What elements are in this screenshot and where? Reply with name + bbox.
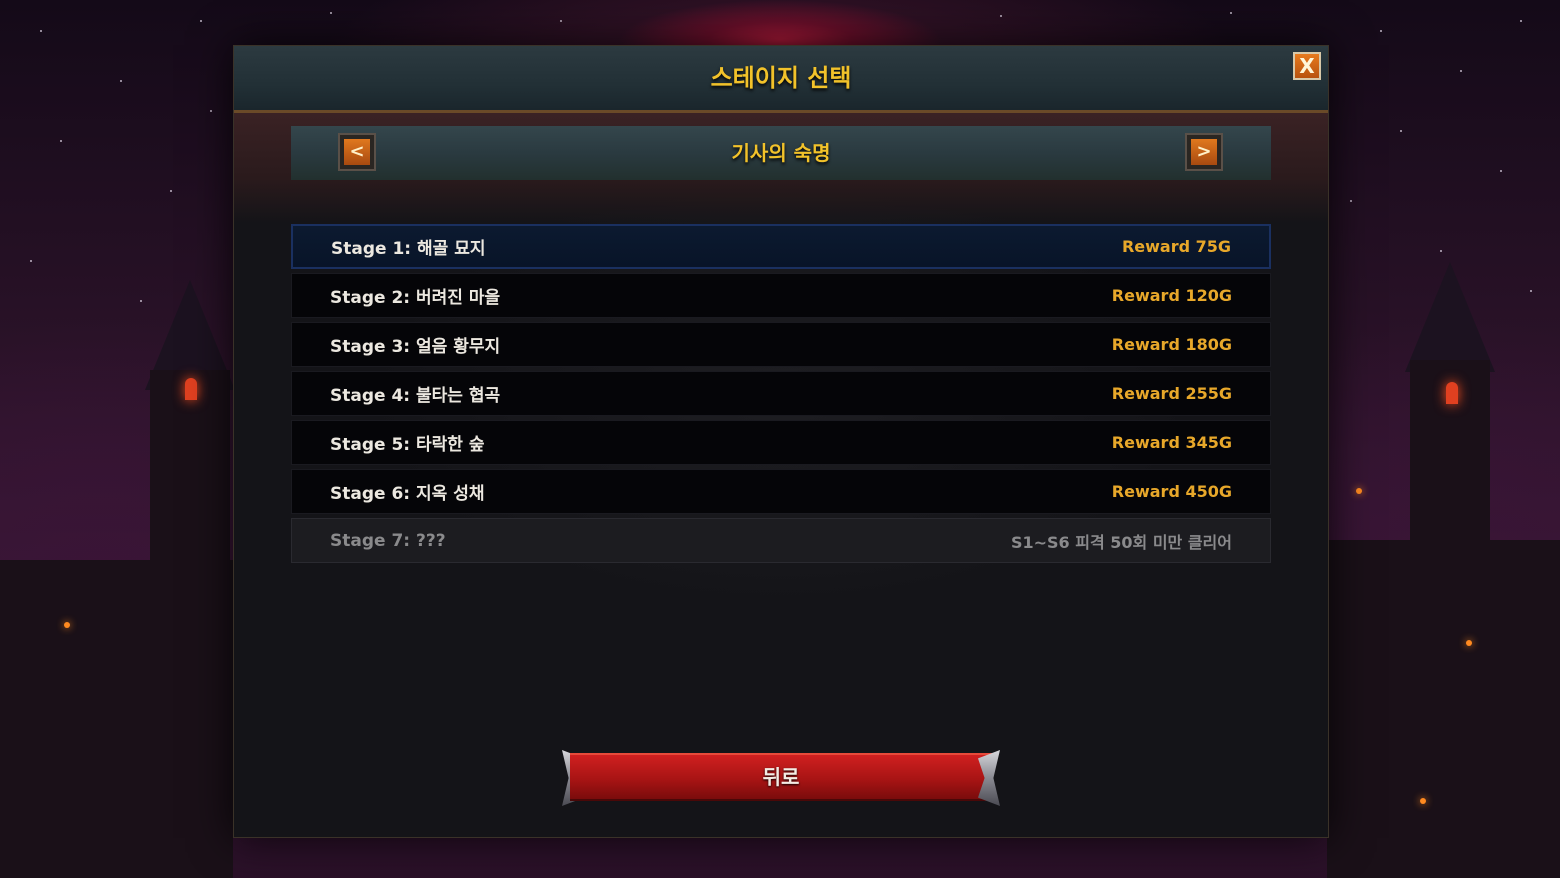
next-chapter-button[interactable]: > bbox=[1185, 133, 1223, 171]
prev-chapter-button[interactable]: < bbox=[338, 133, 376, 171]
chapter-title: 기사의 숙명 bbox=[731, 141, 831, 165]
chevron-right-icon: > bbox=[1191, 139, 1217, 165]
stage-name: Stage 3: 얼음 황무지 bbox=[330, 337, 501, 357]
dialog-title: 스테이지 선택 bbox=[710, 64, 852, 92]
close-button[interactable]: X bbox=[1293, 52, 1321, 80]
ember bbox=[1466, 640, 1472, 646]
dialog-header: 스테이지 선택 X bbox=[234, 46, 1328, 113]
stage-row-6[interactable]: Stage 6: 지옥 성채 Reward 450G bbox=[291, 469, 1271, 514]
stage-name: Stage 4: 불타는 협곡 bbox=[330, 386, 501, 406]
stage-reward: Reward 345G bbox=[1111, 433, 1232, 452]
stage-row-3[interactable]: Stage 3: 얼음 황무지 Reward 180G bbox=[291, 322, 1271, 367]
stage-name: Stage 7: ??? bbox=[330, 530, 446, 551]
stage-name: Stage 5: 타락한 숲 bbox=[330, 435, 485, 455]
stage-reward: Reward 450G bbox=[1111, 482, 1232, 501]
chevron-left-icon: < bbox=[344, 139, 370, 165]
ember bbox=[1420, 798, 1426, 804]
stage-list: Stage 1: 해골 묘지 Reward 75G Stage 2: 버려진 마… bbox=[291, 224, 1271, 567]
stage-reward: Reward 180G bbox=[1111, 335, 1232, 354]
stage-select-dialog: 스테이지 선택 X 기사의 숙명 < > Stage 1: 해골 묘지 Rewa… bbox=[233, 45, 1329, 838]
stage-reward: Reward 255G bbox=[1111, 384, 1232, 403]
stage-row-7-locked[interactable]: Stage 7: ??? S1~S6 피격 50회 미만 클리어 bbox=[291, 518, 1271, 563]
stage-name: Stage 6: 지옥 성채 bbox=[330, 484, 485, 504]
stage-name: Stage 2: 버려진 마을 bbox=[330, 288, 501, 308]
stage-row-4[interactable]: Stage 4: 불타는 협곡 Reward 255G bbox=[291, 371, 1271, 416]
stage-row-1[interactable]: Stage 1: 해골 묘지 Reward 75G bbox=[291, 224, 1271, 269]
unlock-condition: S1~S6 피격 50회 미만 클리어 bbox=[1010, 532, 1232, 552]
back-button[interactable]: 뒤로 bbox=[570, 753, 992, 801]
ember bbox=[1356, 488, 1362, 494]
stage-row-2[interactable]: Stage 2: 버려진 마을 Reward 120G bbox=[291, 273, 1271, 318]
stage-reward: Reward 75G bbox=[1121, 237, 1231, 256]
stage-reward: Reward 120G bbox=[1111, 286, 1232, 305]
stage-name: Stage 1: 해골 묘지 bbox=[331, 239, 486, 259]
chapter-bar: 기사의 숙명 < > bbox=[291, 126, 1271, 180]
ember bbox=[64, 622, 70, 628]
stage-row-5[interactable]: Stage 5: 타락한 숲 Reward 345G bbox=[291, 420, 1271, 465]
